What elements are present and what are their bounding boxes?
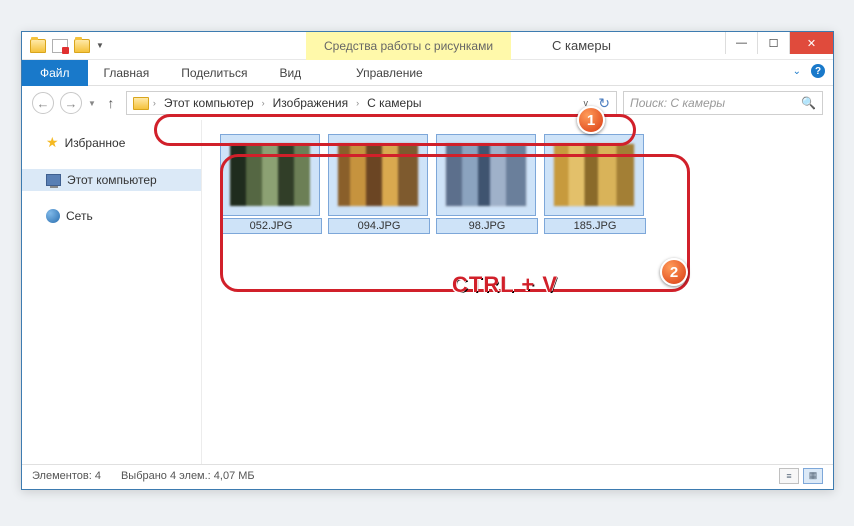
- sidebar-label: Этот компьютер: [67, 173, 157, 187]
- network-icon: [46, 209, 60, 223]
- qat-dropdown-icon[interactable]: ▼: [96, 41, 104, 50]
- status-bar: Элементов: 4 Выбрано 4 элем.: 4,07 МБ ≡ …: [22, 464, 833, 486]
- up-button[interactable]: ↑: [102, 95, 120, 111]
- annotation-shortcut: CTRL + V: [452, 272, 558, 298]
- tab-home[interactable]: Главная: [88, 60, 166, 86]
- ribbon-expand-icon[interactable]: ⌄: [793, 66, 801, 77]
- thumbnail: [553, 143, 635, 207]
- annotation-badge-2: 2: [660, 258, 688, 286]
- status-selection: Выбрано 4 элем.: 4,07 МБ: [121, 470, 255, 482]
- titlebar: ▼ Средства работы с рисунками С камеры —…: [22, 32, 833, 60]
- file-name: 094.JPG: [328, 218, 430, 234]
- window-controls: — ☐ ✕: [725, 32, 833, 54]
- back-button[interactable]: ←: [32, 92, 54, 114]
- minimize-button[interactable]: —: [725, 32, 757, 54]
- history-dropdown-icon[interactable]: ▼: [88, 99, 96, 108]
- file-name: 98.JPG: [436, 218, 538, 234]
- breadcrumb-camera[interactable]: С камеры: [363, 96, 425, 110]
- breadcrumb-images[interactable]: Изображения: [269, 96, 352, 110]
- folder-icon[interactable]: [30, 39, 46, 53]
- properties-icon[interactable]: [52, 39, 68, 53]
- sidebar-label: Сеть: [66, 209, 93, 223]
- ribbon-context-tab[interactable]: Средства работы с рисунками: [306, 32, 511, 60]
- star-icon: ★: [46, 134, 59, 151]
- search-icon[interactable]: 🔍: [801, 96, 816, 110]
- explorer-window: ▼ Средства работы с рисунками С камеры —…: [21, 31, 834, 490]
- annotation-badge-1: 1: [577, 106, 605, 134]
- breadcrumb-sep-icon: ›: [356, 98, 359, 108]
- view-details-button[interactable]: ≡: [779, 468, 799, 484]
- forward-button[interactable]: →: [60, 92, 82, 114]
- close-button[interactable]: ✕: [789, 32, 833, 54]
- computer-icon: [46, 174, 61, 186]
- tab-file[interactable]: Файл: [22, 60, 88, 86]
- sidebar-item-this-pc[interactable]: Этот компьютер: [22, 169, 201, 191]
- address-bar[interactable]: › Этот компьютер › Изображения › С камер…: [126, 91, 617, 115]
- navigation-row: ← → ▼ ↑ › Этот компьютер › Изображения ›…: [22, 86, 833, 120]
- new-folder-icon[interactable]: [74, 39, 90, 53]
- ribbon-tabs: Файл Главная Поделиться Вид Управление ⌄…: [22, 60, 833, 86]
- sidebar-item-favorites[interactable]: ★ Избранное: [22, 130, 201, 155]
- help-icon[interactable]: ?: [811, 64, 825, 78]
- file-item[interactable]: 98.JPG: [436, 134, 538, 234]
- search-input[interactable]: Поиск: С камеры 🔍: [623, 91, 823, 115]
- tab-share[interactable]: Поделиться: [165, 60, 263, 86]
- breadcrumb-sep-icon: ›: [153, 98, 156, 108]
- status-item-count: Элементов: 4: [32, 470, 101, 482]
- sidebar-item-network[interactable]: Сеть: [22, 205, 201, 227]
- file-item[interactable]: 094.JPG: [328, 134, 430, 234]
- file-item[interactable]: 185.JPG: [544, 134, 646, 234]
- file-name: 052.JPG: [220, 218, 322, 234]
- thumbnail: [229, 143, 311, 207]
- maximize-button[interactable]: ☐: [757, 32, 789, 54]
- window-title: С камеры: [552, 38, 611, 53]
- sidebar-label: Избранное: [65, 136, 126, 150]
- address-folder-icon: [133, 97, 149, 110]
- file-item[interactable]: 052.JPG: [220, 134, 322, 234]
- breadcrumb-sep-icon: ›: [262, 98, 265, 108]
- file-name: 185.JPG: [544, 218, 646, 234]
- tab-manage[interactable]: Управление: [340, 60, 439, 86]
- search-placeholder: Поиск: С камеры: [630, 96, 725, 110]
- tab-view[interactable]: Вид: [263, 60, 317, 86]
- body-area: ★ Избранное Этот компьютер Сеть 052.JPG …: [22, 120, 833, 464]
- sidebar: ★ Избранное Этот компьютер Сеть: [22, 120, 202, 464]
- breadcrumb-root[interactable]: Этот компьютер: [160, 96, 258, 110]
- view-thumbnails-button[interactable]: ▦: [803, 468, 823, 484]
- quick-access-toolbar: ▼: [22, 39, 104, 53]
- thumbnail: [337, 143, 419, 207]
- thumbnail: [445, 143, 527, 207]
